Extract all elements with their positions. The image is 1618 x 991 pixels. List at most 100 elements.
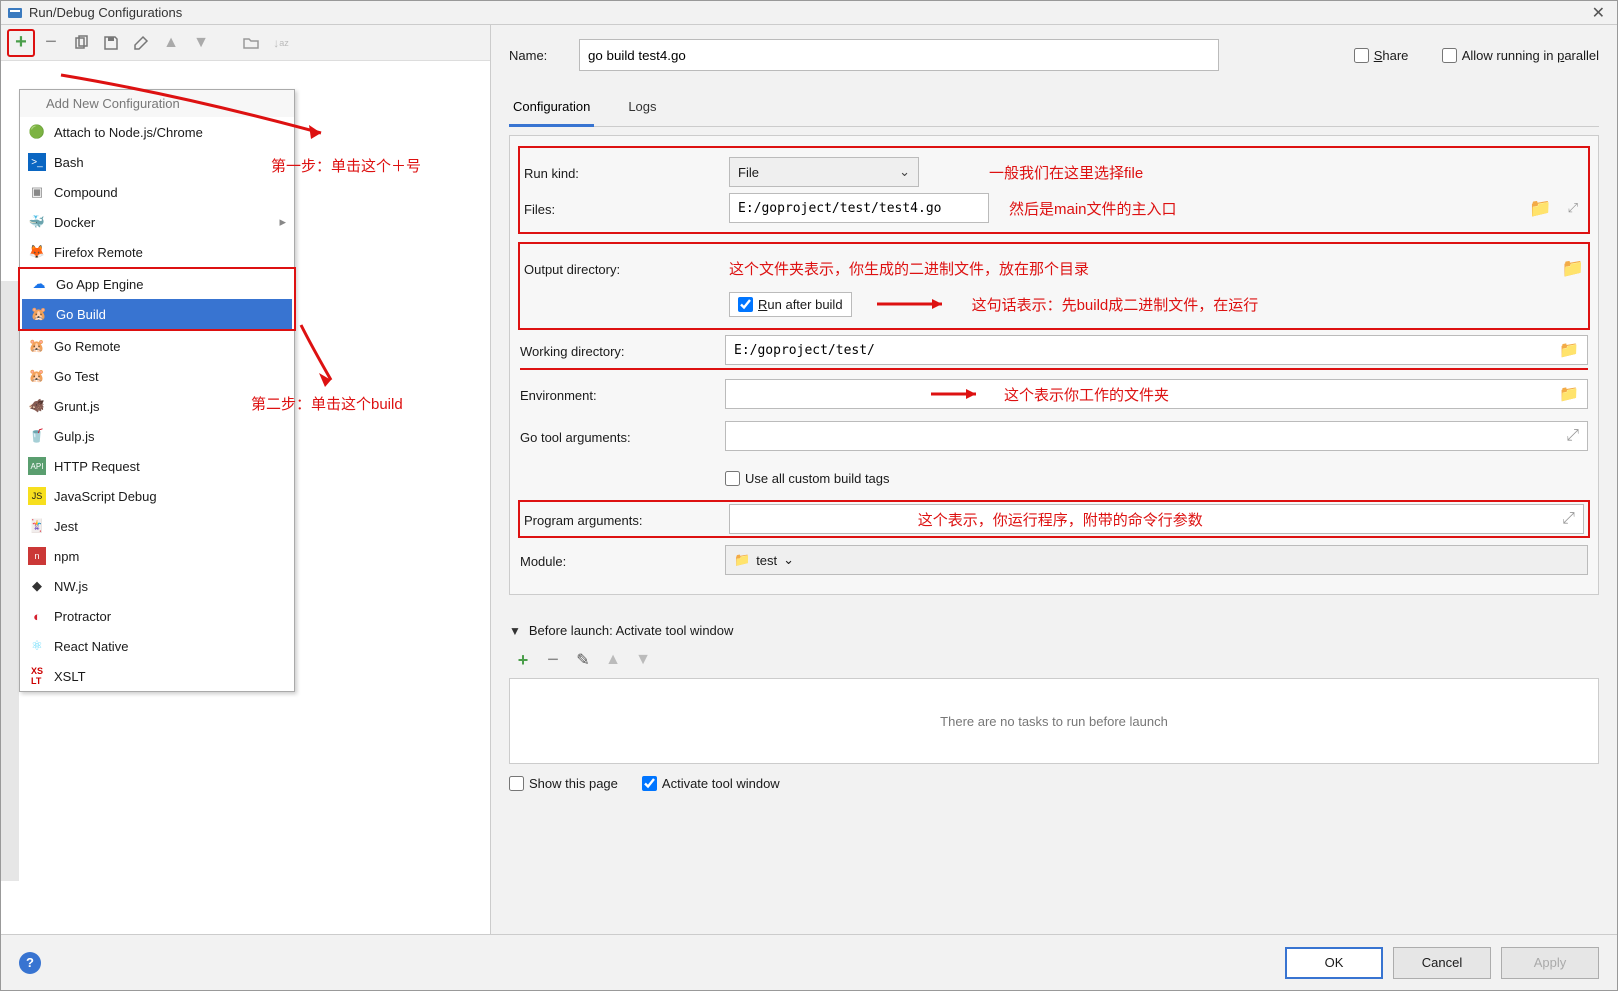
popup-item-react-native[interactable]: ⚛React Native (20, 631, 294, 661)
folder-browse-icon[interactable]: 📁 (1562, 258, 1584, 279)
runkind-value: File (738, 165, 759, 180)
add-config-popup: Add New Configuration 🟢Attach to Node.js… (19, 89, 295, 692)
activate-tool-checkbox[interactable]: Activate tool window (642, 776, 780, 791)
module-value: test (756, 553, 777, 568)
popup-item-go-build[interactable]: 🐹Go Build (22, 299, 292, 329)
popup-item-label: Go Remote (54, 339, 120, 354)
popup-item-compound[interactable]: ▣Compound (20, 177, 294, 207)
add-config-button[interactable]: + (7, 29, 35, 57)
popup-item-label: Jest (54, 519, 78, 534)
popup-item-gulp[interactable]: 🥤Gulp.js (20, 421, 294, 451)
move-up-button[interactable]: ▲ (157, 29, 185, 57)
module-select[interactable]: 📁 test ⌄ (725, 545, 1588, 575)
popup-item-docker[interactable]: 🐳Docker▸ (20, 207, 294, 237)
chevron-down-icon: ⌄ (899, 164, 910, 180)
workdir-input[interactable]: 📁 (725, 335, 1588, 365)
show-page-checkbox[interactable]: Show this page (509, 776, 618, 791)
copy-config-button[interactable] (67, 29, 95, 57)
gotool-label: Go tool arguments: (520, 428, 715, 445)
before-launch-list: There are no tasks to run before launch (509, 678, 1599, 764)
share-checkbox[interactable]: SSharehare (1354, 48, 1414, 63)
gotool-input[interactable]: ⤢ (725, 421, 1588, 451)
edit-templates-button[interactable] (127, 29, 155, 57)
popup-item-label: Grunt.js (54, 399, 100, 414)
tab-logs[interactable]: Logs (624, 91, 660, 126)
help-icon[interactable]: ? (19, 952, 41, 974)
popup-item-go-remote[interactable]: 🐹Go Remote (20, 331, 294, 361)
popup-item-label: JavaScript Debug (54, 489, 157, 504)
allow-parallel-checkbox[interactable]: Allow running in parallel (1442, 48, 1599, 63)
sort-button[interactable]: ↓az (267, 29, 295, 57)
popup-item-label: Go Build (56, 307, 106, 322)
app-icon (7, 5, 23, 21)
env-label: Environment: (520, 386, 715, 403)
chevron-down-icon: ⌄ (783, 552, 794, 568)
popup-item-label: HTTP Request (54, 459, 140, 474)
popup-item-label: Compound (54, 185, 118, 200)
tree-gutter (1, 281, 19, 881)
popup-item-http[interactable]: APIHTTP Request (20, 451, 294, 481)
tab-configuration[interactable]: Configuration (509, 91, 594, 127)
expand-icon[interactable]: ⤢ (1566, 427, 1579, 445)
popup-item-label: Go Test (54, 369, 99, 384)
popup-item-go-test[interactable]: 🐹Go Test (20, 361, 294, 391)
popup-item-attach-nodejs[interactable]: 🟢Attach to Node.js/Chrome (20, 117, 294, 147)
popup-item-grunt[interactable]: 🐗Grunt.js (20, 391, 294, 421)
annotation-progargs: 这个表示，你运行程序，附带的命令行参数 (918, 509, 1203, 530)
folder-browse-icon[interactable]: 📁 (1559, 340, 1579, 360)
save-config-button[interactable] (97, 29, 125, 57)
popup-item-label: XSLT (54, 669, 86, 684)
annotation-files: 然后是main文件的主入口 (1009, 198, 1177, 219)
popup-item-xslt[interactable]: XSLTXSLT (20, 661, 294, 691)
files-input[interactable] (729, 193, 989, 223)
apply-button[interactable]: Apply (1501, 947, 1599, 979)
workdir-label: Working directory: (520, 342, 715, 359)
progargs-label: Program arguments: (524, 511, 719, 528)
move-down-button[interactable]: ▼ (187, 29, 215, 57)
bl-add-button[interactable]: + (509, 646, 537, 674)
folder-browse-icon[interactable]: 📁 (1529, 198, 1551, 219)
popup-item-protractor[interactable]: ◐Protractor (20, 601, 294, 631)
popup-item-label: Go App Engine (56, 277, 143, 292)
titlebar: Run/Debug Configurations ✕ (1, 1, 1617, 25)
bl-remove-button[interactable]: − (539, 646, 567, 674)
files-label: Files: (524, 200, 719, 217)
popup-item-nwjs[interactable]: ◆NW.js (20, 571, 294, 601)
progargs-input[interactable]: 这个表示，你运行程序，附带的命令行参数 ⤢ (729, 504, 1584, 534)
cancel-button[interactable]: Cancel (1393, 947, 1491, 979)
left-toolbar: + − ▲ ▼ ↓az (1, 25, 490, 61)
runkind-label: Run kind: (524, 164, 719, 181)
popup-item-label: React Native (54, 639, 128, 654)
popup-item-bash[interactable]: >_Bash (20, 147, 294, 177)
close-icon[interactable]: ✕ (1586, 3, 1611, 23)
folder-button[interactable] (237, 29, 265, 57)
popup-item-go-app-engine[interactable]: ☁Go App Engine (22, 269, 292, 299)
ok-button[interactable]: OK (1285, 947, 1383, 979)
folder-browse-icon[interactable]: 📁 (1559, 384, 1579, 404)
popup-item-firefox[interactable]: 🦊Firefox Remote (20, 237, 294, 267)
window-title: Run/Debug Configurations (29, 5, 182, 20)
bl-edit-button[interactable]: ✎ (569, 646, 597, 674)
popup-item-label: Protractor (54, 609, 111, 624)
bl-up-button[interactable]: ▲ (599, 646, 627, 674)
popup-item-jest[interactable]: 🃏Jest (20, 511, 294, 541)
popup-item-js-debug[interactable]: JSJavaScript Debug (20, 481, 294, 511)
outdir-label: Output directory: (524, 260, 719, 277)
popup-item-label: Firefox Remote (54, 245, 143, 260)
popup-item-npm[interactable]: nnpm (20, 541, 294, 571)
popup-item-label: NW.js (54, 579, 88, 594)
remove-config-button[interactable]: − (37, 29, 65, 57)
annotation-outdir: 这个文件夹表示，你生成的二进制文件，放在那个目录 (729, 258, 1089, 279)
use-tags-checkbox[interactable]: Use all custom build tags (725, 471, 890, 486)
run-after-build-checkbox[interactable]: Run after build (729, 292, 852, 317)
runkind-select[interactable]: File ⌄ (729, 157, 919, 187)
bl-down-button[interactable]: ▼ (629, 646, 657, 674)
env-input[interactable]: 这个表示你工作的文件夹 📁 (725, 379, 1588, 409)
annotation-workdir: 这个表示你工作的文件夹 (1004, 384, 1169, 405)
expand-icon[interactable]: ⤢ (1562, 510, 1575, 528)
name-input[interactable] (579, 39, 1219, 71)
name-label: Name: (509, 48, 569, 63)
expand-icon[interactable]: ⤢ (1568, 200, 1578, 216)
popup-title: Add New Configuration (20, 90, 294, 117)
collapse-caret-icon[interactable]: ▼ (509, 624, 521, 638)
